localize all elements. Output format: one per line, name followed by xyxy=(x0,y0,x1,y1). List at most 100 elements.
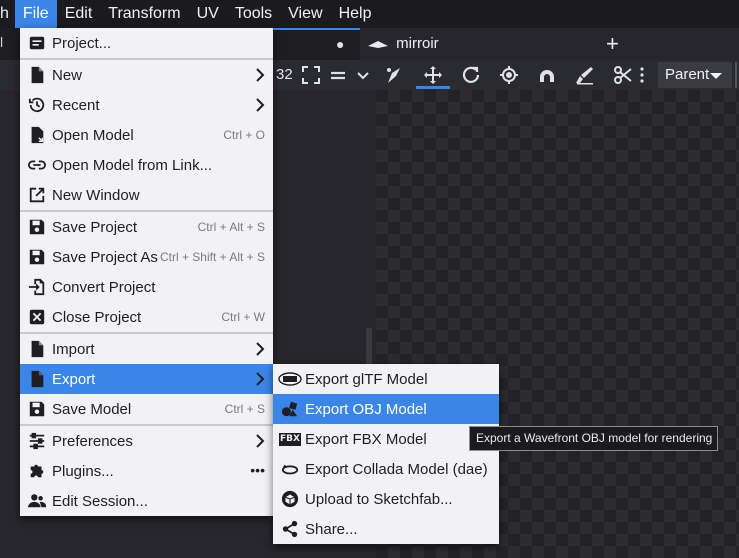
menu-item-label: Plugins... xyxy=(52,462,114,480)
fullscreen-icon[interactable] xyxy=(298,63,324,87)
menu-item-export[interactable]: Export xyxy=(20,364,273,394)
menu-item-close-project[interactable]: Close Project Ctrl + W xyxy=(20,302,273,332)
pivot-mode-select[interactable]: Parent xyxy=(658,62,732,88)
menu-transform[interactable]: Transform xyxy=(100,0,188,28)
more-dots-icon[interactable]: ••• xyxy=(250,462,265,478)
link-icon xyxy=(27,155,47,175)
menu-item-new[interactable]: New xyxy=(20,60,273,90)
menu-item-label: Export xyxy=(52,370,96,388)
shortcut-hint: Ctrl + O xyxy=(223,128,265,142)
save-icon xyxy=(27,247,47,267)
project-icon xyxy=(27,33,47,53)
chevron-down-icon[interactable] xyxy=(350,63,376,87)
menu-item-share[interactable]: Share... xyxy=(273,514,499,544)
menu-item-label: Export OBJ Model xyxy=(305,400,427,418)
menu-item-label: New Window xyxy=(52,186,140,204)
new-file-icon xyxy=(27,65,47,85)
puzzle-icon xyxy=(27,461,47,481)
menu-item-label: Recent xyxy=(52,96,100,114)
obj-shapes-icon xyxy=(280,399,300,419)
vertex-snap-icon[interactable] xyxy=(381,63,407,87)
menu-item-label: Edit Session... xyxy=(52,492,148,510)
menu-item-save-model[interactable]: Save Model Ctrl + S xyxy=(20,394,273,424)
menu-item-label: Save Model xyxy=(52,400,132,418)
unsaved-dot-icon[interactable]: ● xyxy=(336,36,344,52)
chevron-right-icon xyxy=(256,98,265,112)
menu-item-label: Export glTF Model xyxy=(305,370,428,388)
menu-lines-icon[interactable] xyxy=(325,63,351,87)
menu-cut-label[interactable]: h xyxy=(0,0,15,28)
menu-item-edit-session[interactable]: Edit Session... xyxy=(20,486,273,516)
tab-active-indicator xyxy=(272,28,360,30)
menu-uv[interactable]: UV xyxy=(189,0,227,28)
rotate-tool-icon[interactable] xyxy=(458,63,484,87)
shortcut-hint: Ctrl + Alt + S xyxy=(197,220,265,234)
sliders-icon xyxy=(27,431,47,451)
menu-item-export-gltf[interactable]: Export glTF Model xyxy=(273,364,499,394)
chevron-right-icon xyxy=(256,372,265,386)
sketchfab-icon xyxy=(280,489,300,509)
menu-item-save-project-as[interactable]: Save Project As Ctrl + Shift + Alt + S xyxy=(20,242,273,272)
menu-item-label: Save Project As xyxy=(52,248,158,266)
menu-item-label: Close Project xyxy=(52,308,142,326)
fbx-icon-text: FBX xyxy=(279,432,301,446)
file-menu: Project... New Recent Open Model Ctrl + … xyxy=(20,28,273,516)
menu-item-preferences[interactable]: Preferences xyxy=(20,426,273,456)
menu-item-project[interactable]: Project... xyxy=(20,28,273,58)
menu-item-convert-project[interactable]: Convert Project xyxy=(20,272,273,302)
tab-mirroir-label: mirroir xyxy=(396,35,439,52)
menu-file[interactable]: File xyxy=(14,0,57,28)
toolbar-divider xyxy=(735,62,737,88)
more-vertical-icon[interactable] xyxy=(636,63,648,87)
chevron-right-icon xyxy=(256,342,265,356)
menu-item-label: New xyxy=(52,66,83,84)
close-box-icon xyxy=(27,307,47,327)
import-file-icon xyxy=(27,339,47,359)
export-file-icon xyxy=(27,369,47,389)
collada-icon xyxy=(280,459,300,479)
model-tab-icon xyxy=(368,41,388,49)
chevron-right-icon xyxy=(256,434,265,448)
menu-item-export-fbx[interactable]: FBX Export FBX Model xyxy=(273,424,499,454)
chevron-right-icon xyxy=(256,68,265,82)
move-tool-icon[interactable] xyxy=(420,63,446,87)
menu-view[interactable]: View xyxy=(280,0,330,28)
export-submenu: Export glTF Model Export OBJ Model FBX E… xyxy=(273,364,499,544)
knife-scissors-icon[interactable] xyxy=(610,63,636,87)
menu-item-import[interactable]: Import xyxy=(20,334,273,364)
menu-item-open-link[interactable]: Open Model from Link... xyxy=(20,150,273,180)
shortcut-hint: Ctrl + Shift + Alt + S xyxy=(159,250,265,264)
menubar: h File Edit Transform UV Tools View Help xyxy=(0,0,739,28)
menu-item-label: Upload to Sketchfab... xyxy=(305,490,453,508)
menu-item-save-project[interactable]: Save Project Ctrl + Alt + S xyxy=(20,212,273,242)
tab-previous-label: l xyxy=(0,34,4,50)
paint-brush-icon[interactable] xyxy=(572,63,598,87)
shortcut-hint: Ctrl + S xyxy=(224,402,265,416)
menu-item-export-collada[interactable]: Export Collada Model (dae) xyxy=(273,454,499,484)
menu-help[interactable]: Help xyxy=(331,0,380,28)
menu-item-upload-sketchfab[interactable]: Upload to Sketchfab... xyxy=(273,484,499,514)
tab-mirroir[interactable]: mirroir xyxy=(362,28,439,60)
menu-edit[interactable]: Edit xyxy=(57,0,101,28)
vertex-tool-icon[interactable] xyxy=(534,63,560,87)
new-window-icon xyxy=(27,185,47,205)
menu-item-new-window[interactable]: New Window xyxy=(20,180,273,210)
menu-item-label: Convert Project xyxy=(52,278,156,296)
menu-item-open-model[interactable]: Open Model Ctrl + O xyxy=(20,120,273,150)
menu-item-recent[interactable]: Recent xyxy=(20,90,273,120)
open-file-icon xyxy=(27,125,47,145)
gltf-icon xyxy=(278,369,302,389)
pivot-tool-icon[interactable] xyxy=(496,63,522,87)
menu-item-label: Project... xyxy=(52,34,112,52)
history-icon xyxy=(27,95,47,115)
add-tab-button[interactable]: + xyxy=(606,28,619,60)
menu-tools[interactable]: Tools xyxy=(227,0,280,28)
active-tool-indicator xyxy=(416,86,450,89)
menu-item-export-obj[interactable]: Export OBJ Model xyxy=(273,394,499,424)
menu-item-label: Open Model from Link... xyxy=(52,156,213,174)
menu-item-plugins[interactable]: Plugins... ••• xyxy=(20,456,273,486)
menu-item-label: Export FBX Model xyxy=(305,430,427,448)
caret-down-icon xyxy=(710,73,722,79)
save-icon xyxy=(27,399,47,419)
menu-item-label: Preferences xyxy=(52,432,133,450)
